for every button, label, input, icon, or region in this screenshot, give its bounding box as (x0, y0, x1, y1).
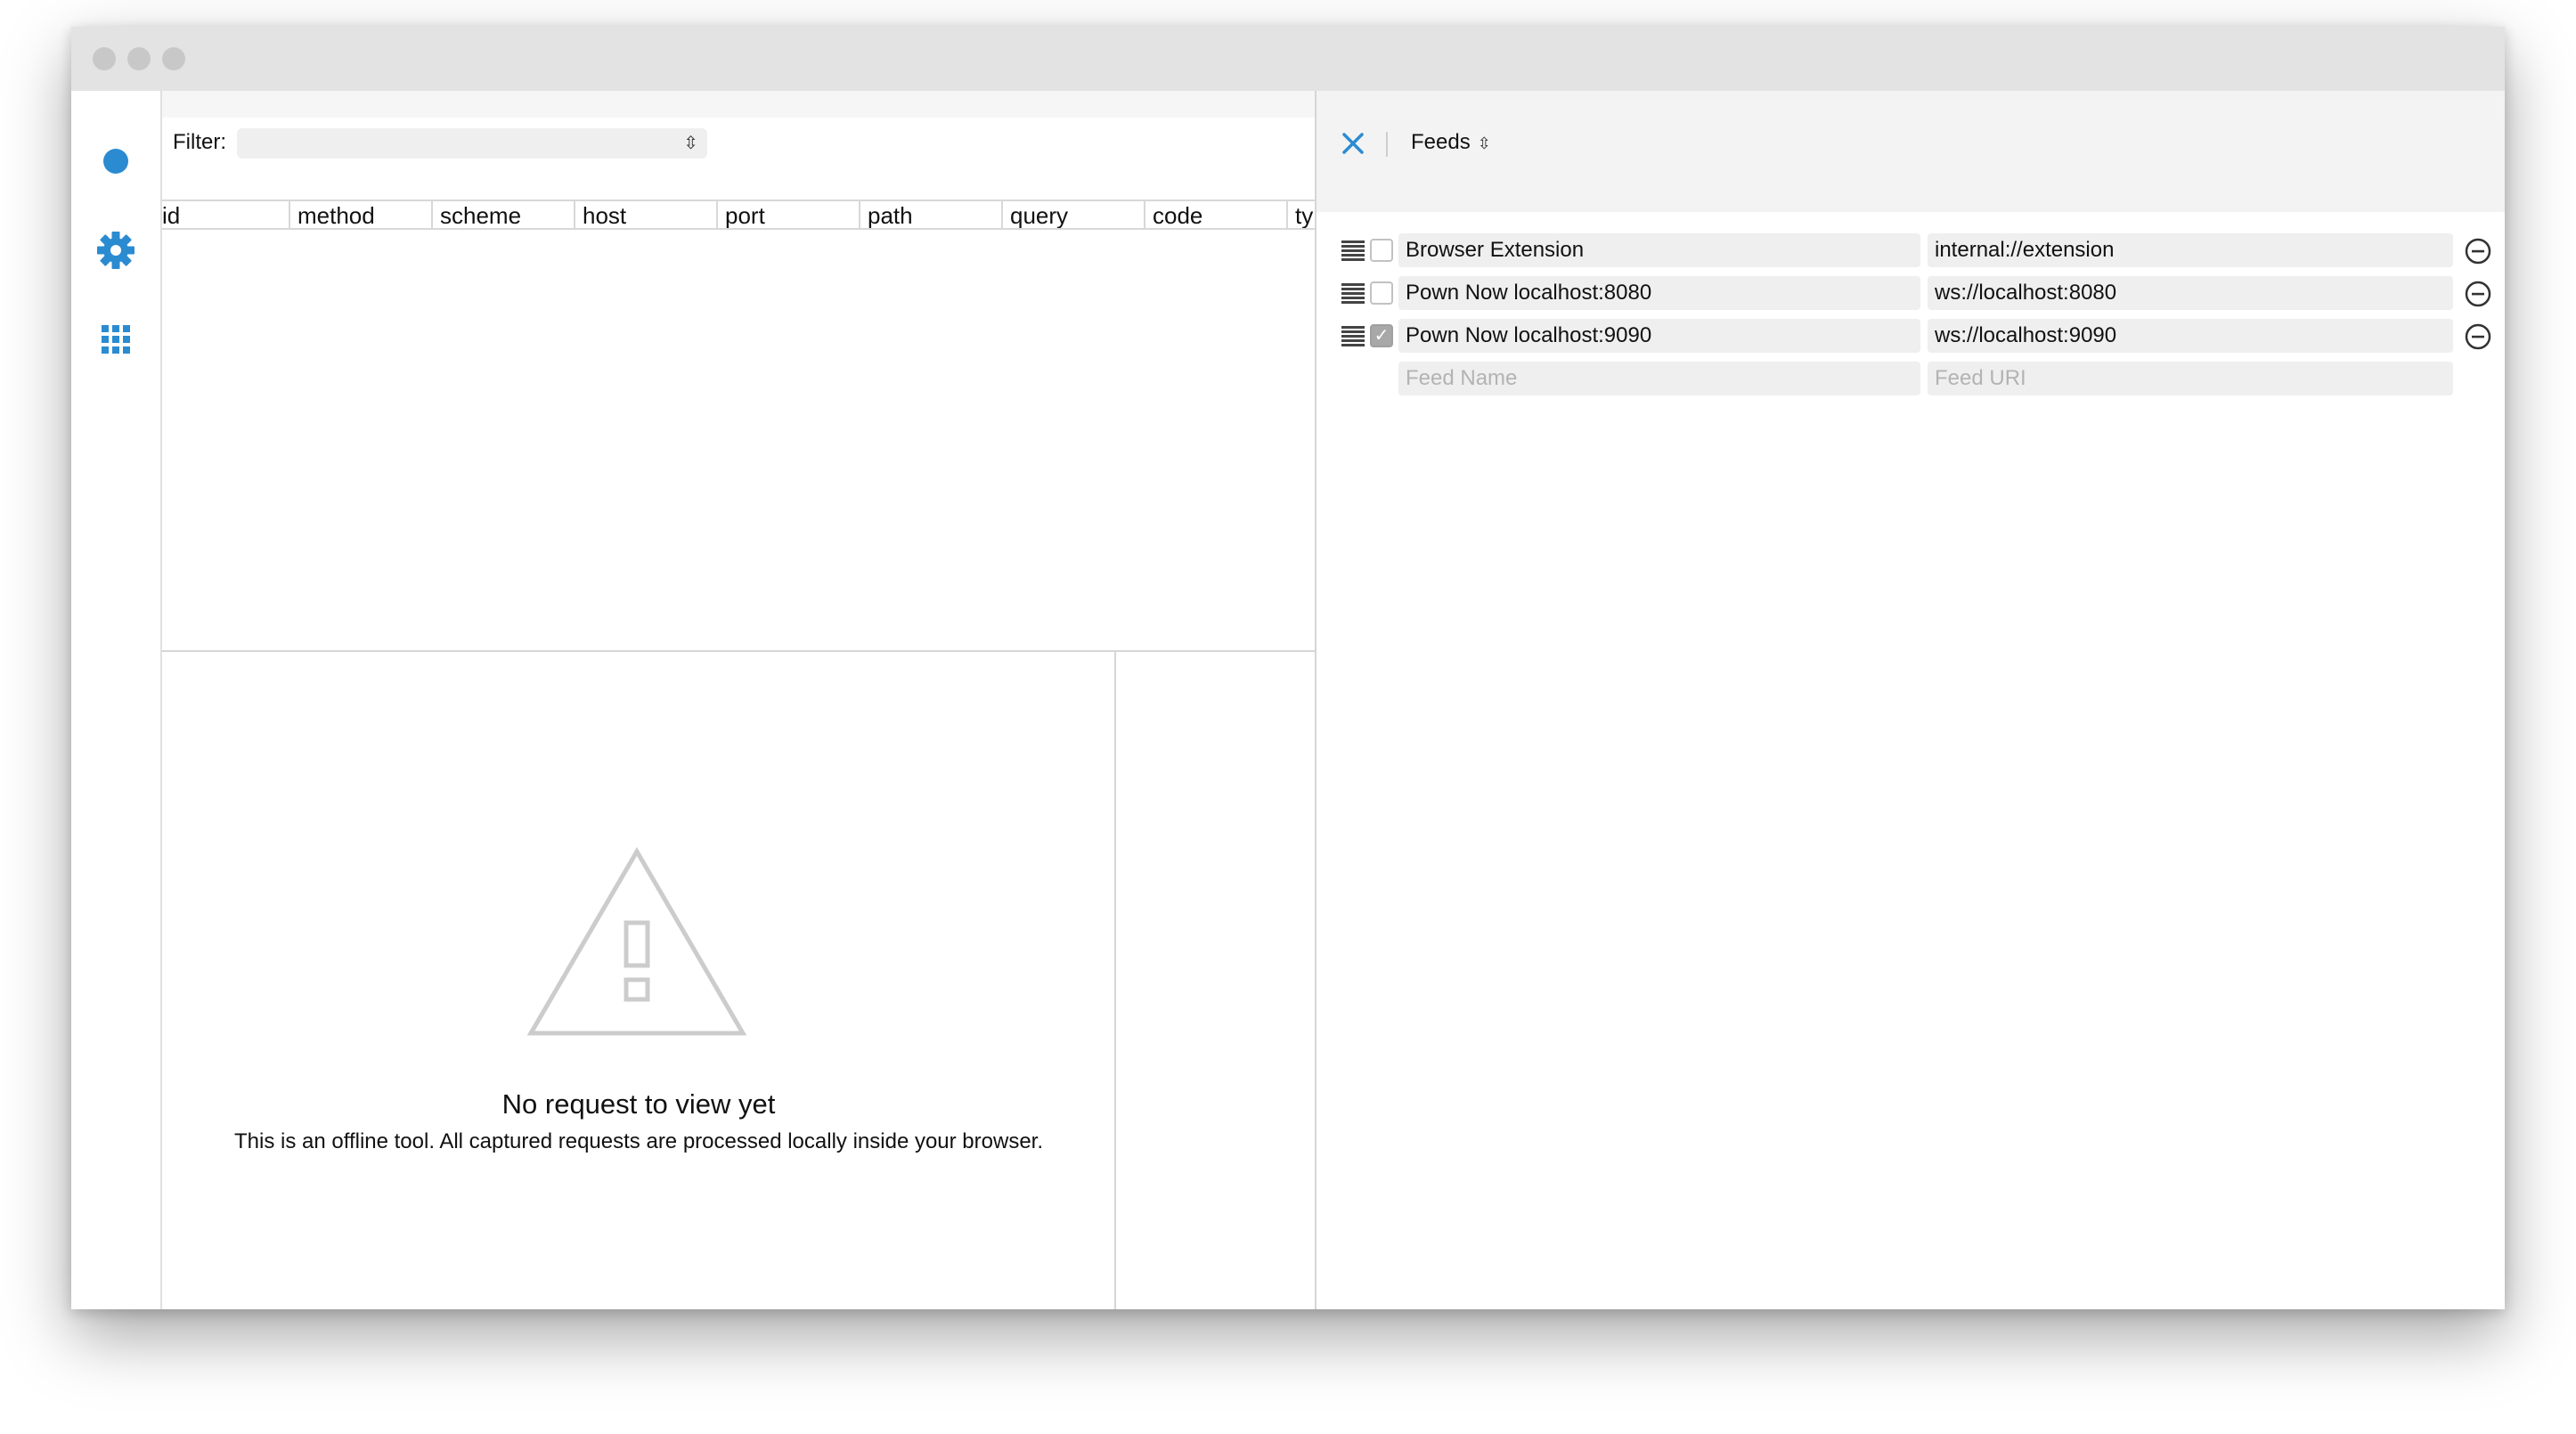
remove-feed-icon[interactable] (2464, 237, 2492, 265)
warning-icon (526, 846, 748, 1039)
empty-state-title: No request to view yet (501, 1088, 776, 1120)
panel-selector[interactable]: Feeds ⇳ (1411, 128, 1491, 158)
close-panel-button[interactable] (1340, 130, 1366, 157)
requests-pane: Filter: ⇳ id method scheme host port pat… (162, 91, 1315, 1309)
column-header-port[interactable]: port (718, 201, 860, 228)
empty-state-subtitle: This is an offline tool. All captured re… (233, 1129, 1044, 1153)
drag-handle-icon[interactable] (1341, 283, 1365, 305)
header-divider (1386, 132, 1388, 157)
request-list[interactable] (162, 230, 1315, 652)
feed-uri-input[interactable] (1928, 319, 2453, 353)
panel-selector-label: Feeds (1411, 130, 1471, 154)
new-feed-name-input[interactable] (1398, 362, 1920, 395)
filter-select[interactable]: ⇳ (237, 128, 707, 159)
column-header-method[interactable]: method (290, 201, 433, 228)
column-header-query[interactable]: query (1003, 201, 1145, 228)
remove-feed-icon[interactable] (2464, 322, 2492, 351)
feed-name-input[interactable] (1398, 233, 1920, 267)
new-feed-uri-input[interactable] (1928, 362, 2453, 395)
sidebar (71, 91, 162, 1309)
record-icon[interactable] (96, 142, 135, 181)
feed-enabled-checkbox[interactable] (1370, 281, 1393, 305)
feed-name-input[interactable] (1398, 319, 1920, 353)
feed-row (1317, 233, 2505, 269)
vertical-splitter[interactable] (1114, 652, 1116, 1309)
feed-enabled-checkbox[interactable]: ✓ (1370, 324, 1393, 347)
remove-feed-icon[interactable] (2464, 280, 2492, 308)
title-bar (71, 27, 2505, 91)
panel-header: Feeds ⇳ (1317, 91, 2505, 212)
minimize-window-button[interactable] (127, 47, 151, 70)
app-window: Filter: ⇳ id method scheme host port pat… (71, 27, 2505, 1309)
gear-icon[interactable] (96, 231, 135, 270)
column-header-host[interactable]: host (575, 201, 718, 228)
feed-uri-input[interactable] (1928, 233, 2453, 267)
apps-grid-icon[interactable] (96, 320, 135, 359)
feeds-panel: Feeds ⇳ Browser Extension internal://ext… (1315, 91, 2505, 1309)
column-header-path[interactable]: path (860, 201, 1003, 228)
column-header-scheme[interactable]: scheme (433, 201, 575, 228)
feed-name-input[interactable] (1398, 276, 1920, 310)
feed-row: ✓ (1317, 319, 2505, 354)
filter-label: Filter: (173, 130, 226, 154)
request-viewer: No request to view yet This is an offlin… (162, 652, 1115, 1309)
drag-handle-icon[interactable] (1341, 326, 1365, 347)
column-header-type[interactable]: ty (1288, 201, 1315, 228)
zoom-window-button[interactable] (162, 47, 185, 70)
feed-row (1317, 276, 2505, 312)
close-window-button[interactable] (93, 47, 116, 70)
column-header-id[interactable]: id (162, 201, 290, 228)
top-strip (162, 91, 1315, 118)
new-feed-row (1317, 362, 2505, 397)
table-header: id method scheme host port path query co… (162, 200, 1315, 230)
feed-uri-input[interactable] (1928, 276, 2453, 310)
drag-handle-icon[interactable] (1341, 240, 1365, 262)
select-arrows-icon: ⇳ (683, 134, 698, 153)
column-header-code[interactable]: code (1145, 201, 1288, 228)
feed-enabled-checkbox[interactable] (1370, 239, 1393, 262)
select-arrows-icon: ⇳ (1477, 134, 1491, 152)
